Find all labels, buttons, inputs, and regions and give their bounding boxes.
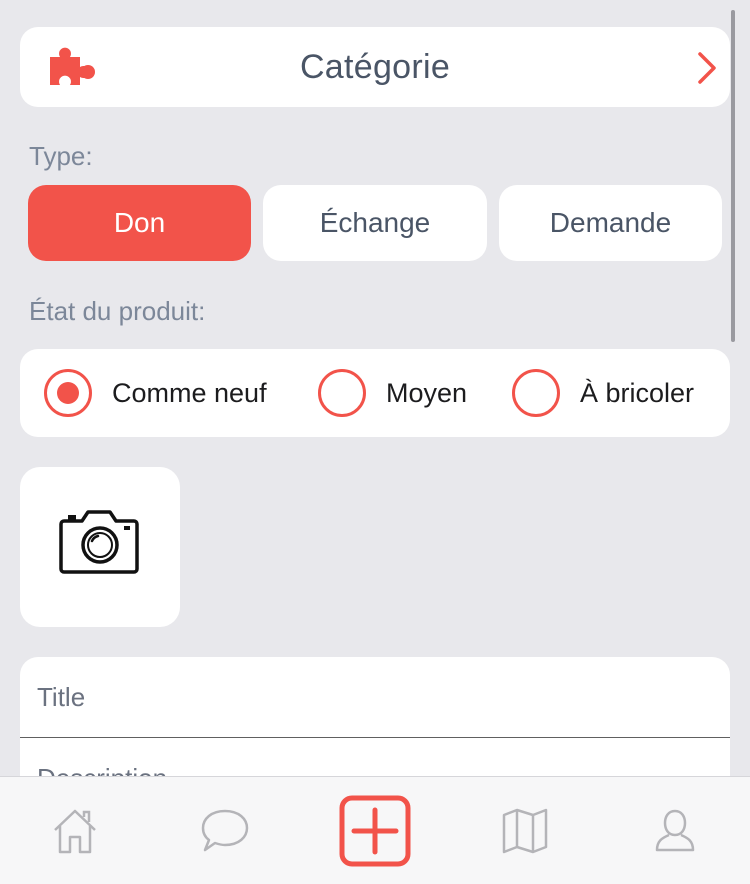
category-title: Catégorie [299,47,451,86]
type-option-don[interactable]: Don [28,185,251,261]
profile-icon [655,809,695,852]
tab-home[interactable] [30,777,120,884]
add-photo-button[interactable] [20,467,180,627]
radio-button[interactable] [512,369,560,417]
condition-label: À bricoler [580,377,695,408]
radio-button[interactable] [318,369,366,417]
tab-add[interactable] [330,777,420,884]
condition-selector: Comme neuf Moyen À bricoler [20,349,730,437]
scrollbar[interactable] [731,10,735,342]
condition-option-a-bricoler[interactable]: À bricoler [512,349,694,437]
type-selector: Don Échange Demande [28,185,722,261]
chat-icon [201,809,249,852]
form-scroll-area[interactable]: Catégorie Type: Don Échange Demande État… [0,0,750,776]
camera-icon [59,510,139,574]
text-fields-card [20,657,730,776]
map-icon [502,808,548,854]
condition-label: Moyen [386,377,468,408]
type-option-demande[interactable]: Demande [499,185,722,261]
chevron-right-icon [698,52,716,84]
condition-label: Comme neuf [112,377,267,408]
tab-map[interactable] [480,777,570,884]
tab-messages[interactable] [180,777,270,884]
tab-profile[interactable] [630,777,720,884]
puzzle-icon [50,47,95,85]
title-input[interactable] [20,657,730,737]
radio-button-checked[interactable] [44,369,92,417]
tab-bar [0,776,750,884]
add-icon [339,795,411,867]
description-input[interactable] [20,738,730,776]
condition-option-comme-neuf[interactable]: Comme neuf [44,349,267,437]
home-icon [54,809,96,854]
type-option-echange[interactable]: Échange [263,185,487,261]
condition-option-moyen[interactable]: Moyen [318,349,467,437]
type-section-label: Type: [29,141,93,171]
condition-section-label: État du produit: [29,296,206,326]
category-selector[interactable]: Catégorie [20,27,730,107]
